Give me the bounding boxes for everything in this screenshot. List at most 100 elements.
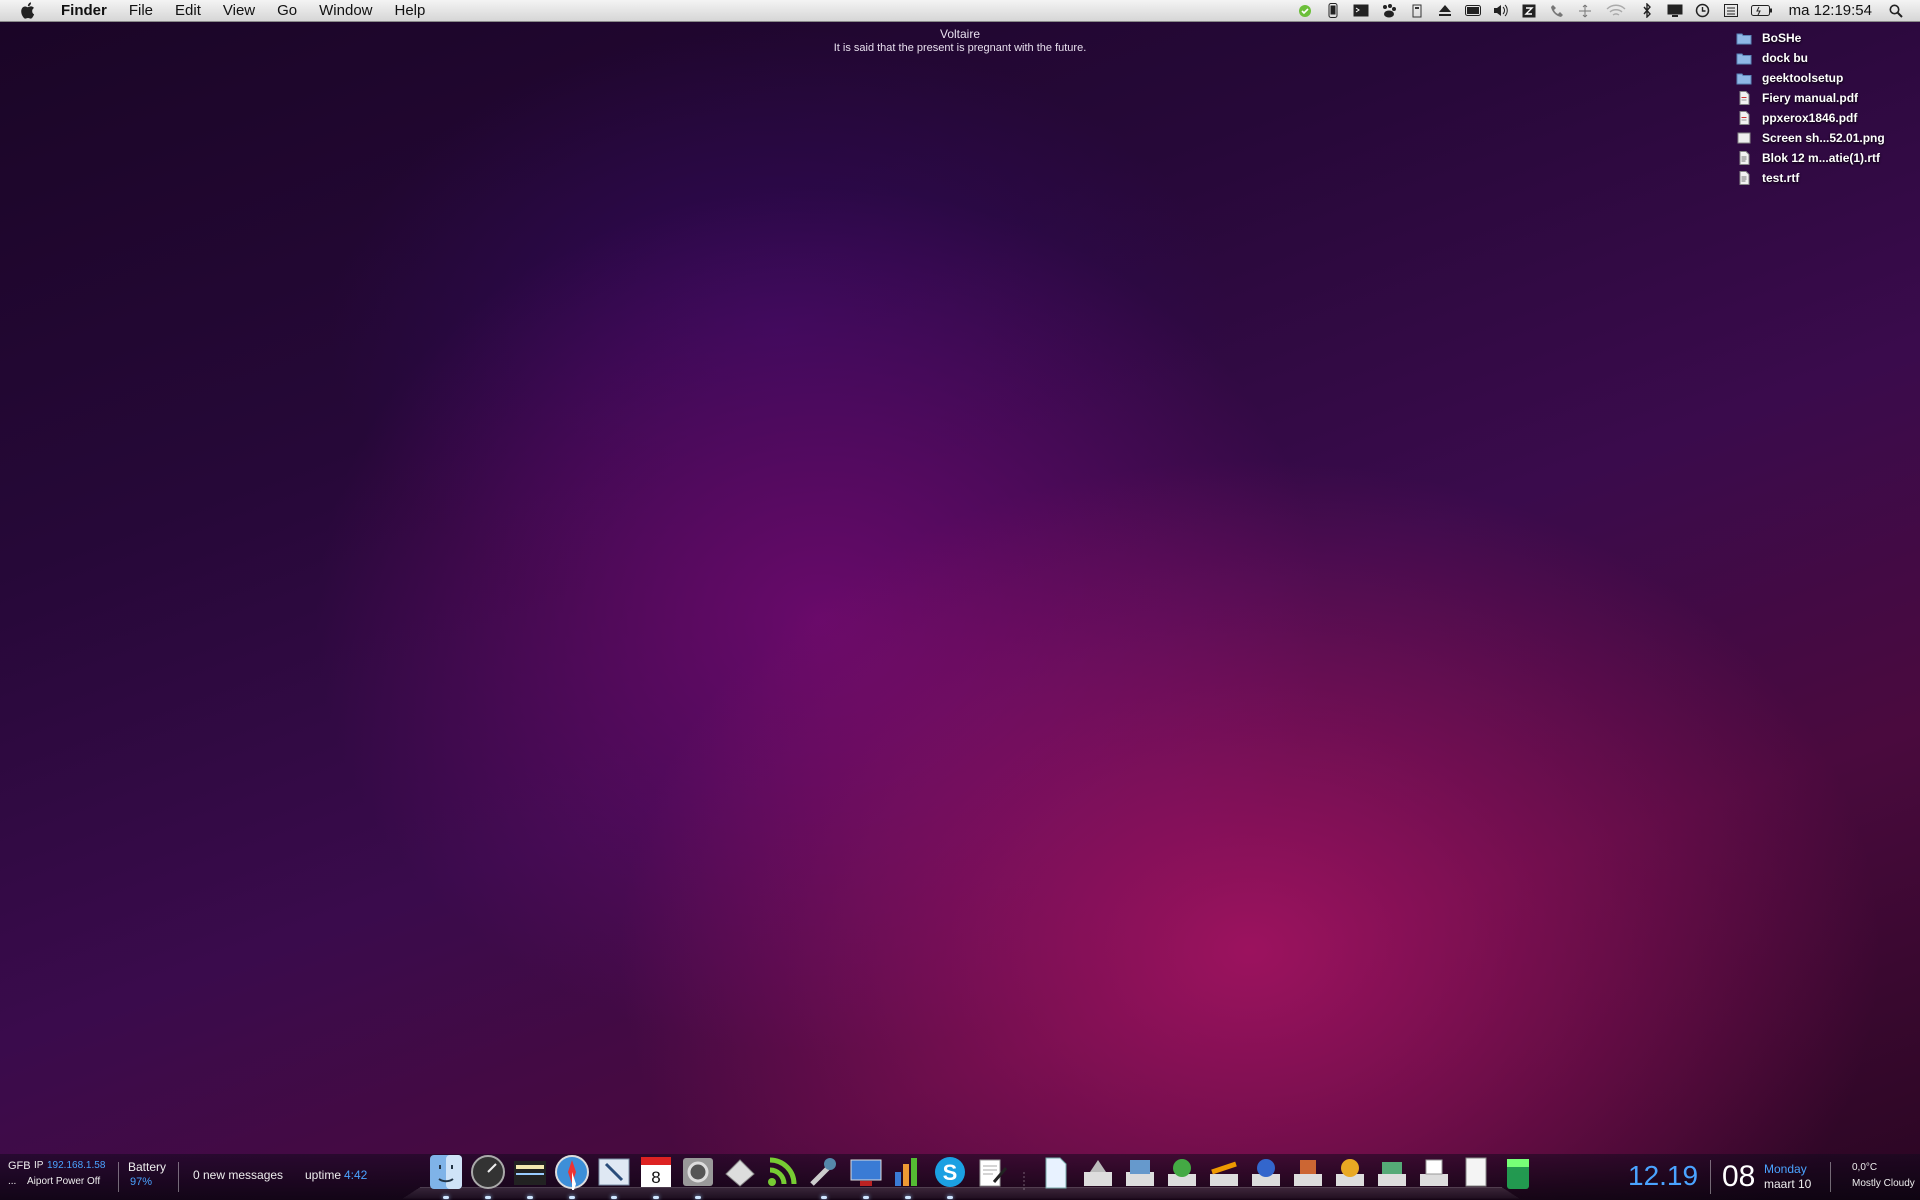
dock-separator: [1019, 1152, 1029, 1192]
airport-status: Aiport Power Off: [27, 1176, 101, 1187]
wifi-icon[interactable]: [1605, 4, 1627, 18]
safari-downloads-icon[interactable]: [1289, 1152, 1327, 1192]
quote-author: Voltaire: [939, 27, 981, 41]
dashboard-icon[interactable]: [469, 1152, 507, 1199]
image-file-icon: [1737, 132, 1751, 144]
desktop-item-screenshot[interactable]: Screen sh...52.01.png: [1736, 128, 1906, 148]
documents-stack-icon[interactable]: [1037, 1152, 1075, 1192]
menu-edit[interactable]: Edit: [164, 0, 212, 21]
time-machine-icon[interactable]: [1695, 3, 1711, 18]
file-name: Blok 12 m...atie(1).rtf: [1762, 151, 1881, 165]
ip-value: 192.168.1.58: [47, 1160, 106, 1171]
pictures-stack-icon[interactable]: [1121, 1152, 1159, 1192]
utility-stack-icon[interactable]: [1163, 1152, 1201, 1192]
skype-icon[interactable]: S: [931, 1152, 969, 1199]
network-arrows-icon[interactable]: [1577, 4, 1593, 18]
svg-text:8: 8: [651, 1168, 660, 1187]
desktop-item-boshe[interactable]: BoSHe: [1736, 28, 1906, 48]
uptime-label: uptime: [305, 1168, 342, 1182]
growl-paw-icon[interactable]: [1381, 3, 1397, 18]
ip-label: IP: [34, 1160, 44, 1171]
numbers-icon[interactable]: [889, 1152, 927, 1199]
safari-icon[interactable]: [553, 1152, 591, 1199]
keynote-icon[interactable]: [847, 1152, 885, 1199]
finder-icon[interactable]: [427, 1152, 465, 1199]
folder-icon: [1736, 33, 1752, 45]
menu-view[interactable]: View: [212, 0, 266, 21]
keyboard-icon[interactable]: [1723, 4, 1739, 18]
evernote-icon[interactable]: [1297, 4, 1313, 18]
desktop-item-dock-bu[interactable]: dock bu: [1736, 48, 1906, 68]
ical-icon[interactable]: 8: [637, 1152, 675, 1199]
system-preferences-icon[interactable]: [679, 1152, 717, 1199]
rtf-document-icon: [1739, 151, 1750, 165]
running-indicator: [485, 1196, 491, 1199]
running-indicator: [947, 1196, 953, 1199]
battery-monitor-icon[interactable]: [1409, 4, 1425, 18]
battery-charging-icon[interactable]: [1750, 4, 1773, 18]
file-name: test.rtf: [1762, 171, 1800, 185]
running-indicator: [653, 1196, 659, 1199]
desktop-file-list: BoSHe dock bu geektoolsetup Fiery manual…: [1736, 28, 1906, 188]
dropbox-icon[interactable]: [1521, 4, 1537, 18]
desktop-item-geektoolsetup[interactable]: geektoolsetup: [1736, 68, 1906, 88]
menu-file[interactable]: File: [118, 0, 164, 21]
divider: [1710, 1160, 1711, 1194]
running-indicator: [821, 1196, 827, 1199]
bluetooth-icon[interactable]: [1639, 3, 1655, 18]
status-menu-area: ma 12:19:54: [1291, 0, 1920, 21]
quote-widget: Voltaire It is said that the present is …: [760, 27, 1160, 55]
menu-app-finder[interactable]: Finder: [50, 0, 118, 21]
airport-prefix: ...: [8, 1176, 17, 1187]
file-name: BoSHe: [1762, 31, 1802, 45]
menu-help[interactable]: Help: [384, 0, 437, 21]
file-name: dock bu: [1762, 51, 1809, 65]
spotlight-search-icon[interactable]: [1888, 4, 1904, 18]
file-name: Screen sh...52.01.png: [1762, 131, 1885, 145]
running-indicator: [905, 1196, 911, 1199]
rtf-document-icon: [1739, 171, 1750, 185]
svg-text:S: S: [943, 1160, 958, 1185]
printer-stack-icon[interactable]: [1415, 1152, 1453, 1192]
papers-icon[interactable]: [721, 1152, 759, 1192]
mail-status: 0 new messages: [193, 1168, 284, 1182]
running-indicator: [569, 1196, 575, 1199]
running-indicator: [863, 1196, 869, 1199]
running-indicator: [527, 1196, 533, 1199]
rss-feed-icon[interactable]: [763, 1152, 801, 1192]
menu-go[interactable]: Go: [266, 0, 308, 21]
terminal-icon[interactable]: [1353, 4, 1369, 18]
pdf-document-icon: [1739, 91, 1750, 105]
phone-icon[interactable]: [1549, 4, 1565, 18]
volume-icon[interactable]: [1493, 4, 1509, 18]
trash-icon[interactable]: [1499, 1152, 1537, 1192]
display-icon[interactable]: [1667, 4, 1683, 18]
menu-clock[interactable]: ma 12:19:54: [1779, 2, 1882, 19]
file-name: ppxerox1846.pdf: [1762, 111, 1858, 125]
network-label: GFB: [8, 1160, 31, 1172]
xcode-tools-icon[interactable]: [805, 1152, 843, 1199]
applications-stack-icon[interactable]: [1079, 1152, 1117, 1192]
textedit-icon[interactable]: [973, 1152, 1011, 1192]
mail-icon[interactable]: [595, 1152, 633, 1199]
menu-window[interactable]: Window: [308, 0, 383, 21]
desktop-item-blok-12[interactable]: Blok 12 m...atie(1).rtf: [1736, 148, 1906, 168]
drawing-stack-icon[interactable]: [1205, 1152, 1243, 1192]
running-indicator: [695, 1196, 701, 1199]
preview-folder-icon[interactable]: [511, 1152, 549, 1199]
papers-stack-icon[interactable]: [1457, 1152, 1495, 1192]
divider: [1830, 1162, 1831, 1192]
desktop-item-test-rtf[interactable]: test.rtf: [1736, 168, 1906, 188]
downloads-stack-icon[interactable]: [1247, 1152, 1285, 1192]
archive-stack-icon[interactable]: [1331, 1152, 1369, 1192]
desktop-item-ppxerox[interactable]: ppxerox1846.pdf: [1736, 108, 1906, 128]
day-number: 08: [1722, 1160, 1756, 1193]
apple-logo-icon[interactable]: [16, 0, 38, 21]
divider: [118, 1162, 119, 1192]
coins-stack-icon[interactable]: [1373, 1152, 1411, 1192]
desktop-item-fiery-manual[interactable]: Fiery manual.pdf: [1736, 88, 1906, 108]
running-indicator: [443, 1196, 449, 1199]
iphone-icon[interactable]: [1325, 3, 1341, 18]
eject-icon[interactable]: [1437, 4, 1453, 18]
battery-bar-icon[interactable]: [1464, 4, 1481, 18]
